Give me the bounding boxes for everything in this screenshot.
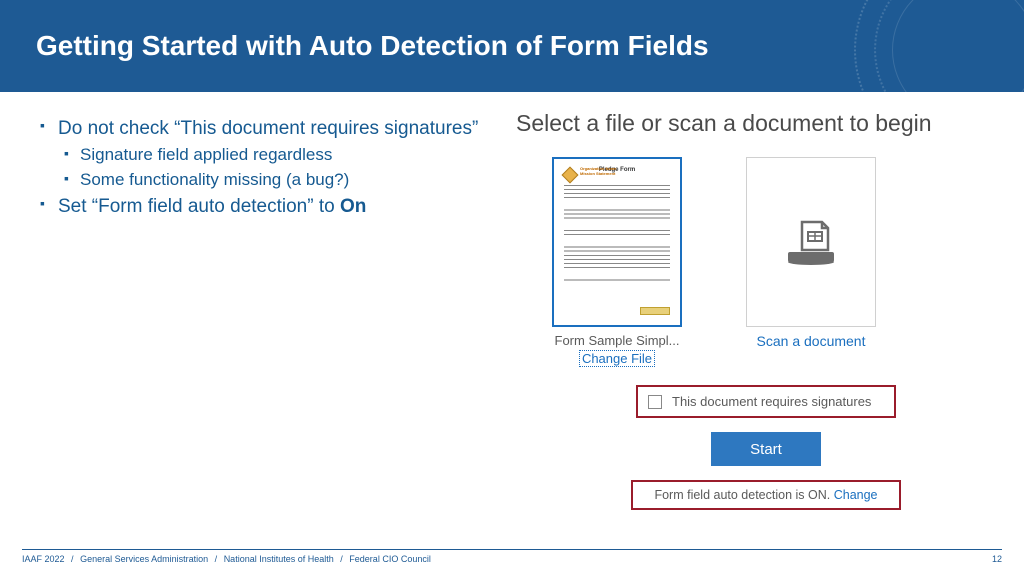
change-file-link[interactable]: Change File [579,350,655,367]
file-label: Form Sample Simpl... [555,333,680,348]
auto-detection-text: Form field auto detection is ON. [654,488,833,502]
body-region: Do not check “This document requires sig… [0,92,1024,530]
scan-tile[interactable]: Scan a document [736,157,886,367]
bullet-2: Set “Form field auto detection” to On [36,194,500,220]
footer-conf: IAAF 2022 [22,554,65,564]
bullet-2-text: Set “Form field auto detection” to [58,196,340,217]
scanner-icon [784,218,838,266]
panel-title: Select a file or scan a document to begi… [516,110,1016,137]
auto-detection-row: Form field auto detection is ON. Change [631,480,901,510]
doc-tag: Organization NameMission Statement [580,167,616,177]
bullet-2-bold: On [340,196,366,217]
page-number: 12 [992,554,1002,564]
footer-org3: Federal CIO Council [349,554,431,564]
seal-decoration [854,0,1024,92]
signatures-checkbox-row[interactable]: This document requires signatures [636,385,896,418]
auto-detection-change-link[interactable]: Change [834,488,878,502]
header-bar: Getting Started with Auto Detection of F… [0,0,1024,92]
footer-org1: General Services Administration [80,554,208,564]
file-tile[interactable]: Organization NameMission Statement Pledg… [542,157,692,367]
scan-box [746,157,876,327]
bullet-1-sub-1: Signature field applied regardless [60,144,500,167]
scan-label: Scan a document [757,333,866,349]
footer-text: IAAF 2022 / General Services Administrat… [22,554,431,564]
bullet-column: Do not check “This document requires sig… [36,116,500,530]
bullet-1-sub-2: Some functionality missing (a bug?) [60,169,500,192]
footer: IAAF 2022 / General Services Administrat… [22,549,1002,564]
footer-org2: National Institutes of Health [224,554,334,564]
bullet-1: Do not check “This document requires sig… [36,116,500,142]
slide: Getting Started with Auto Detection of F… [0,0,1024,576]
tile-row: Organization NameMission Statement Pledg… [542,157,1016,367]
checkbox-icon[interactable] [648,395,662,409]
signatures-checkbox-label: This document requires signatures [672,394,871,409]
start-button[interactable]: Start [711,432,821,466]
file-thumbnail: Organization NameMission Statement Pledg… [552,157,682,327]
screenshot-panel: Select a file or scan a document to begi… [516,110,1016,530]
